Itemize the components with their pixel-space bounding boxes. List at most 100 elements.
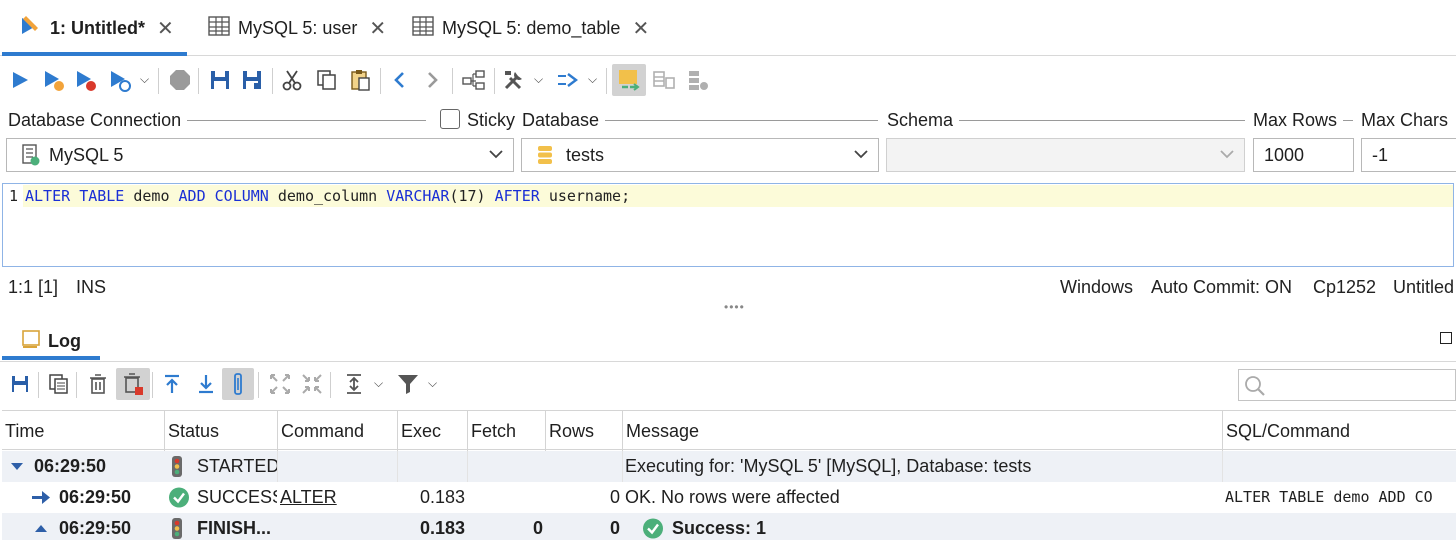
log-search-input[interactable] xyxy=(1238,369,1456,401)
column-header-command[interactable]: Command xyxy=(277,411,397,451)
toolbar-divider xyxy=(380,68,381,94)
encoding[interactable]: Cp1252 xyxy=(1313,276,1376,298)
active-tab-indicator xyxy=(2,356,100,360)
connection-toggle-icon[interactable] xyxy=(612,64,646,96)
toolbar-divider xyxy=(272,68,273,94)
auto-commit-status[interactable]: Auto Commit: ON xyxy=(1151,276,1292,298)
schema-label: Schema xyxy=(887,108,960,132)
execute-icon[interactable] xyxy=(6,66,34,94)
execute-stop-icon[interactable] xyxy=(72,66,100,94)
clear-log-icon[interactable] xyxy=(116,368,150,400)
database-select[interactable]: tests xyxy=(521,138,879,172)
delete-icon[interactable] xyxy=(84,370,112,398)
expand-icon[interactable] xyxy=(34,513,48,540)
sticky-label: Sticky xyxy=(467,108,522,132)
chevron-down-icon[interactable]: ⌵ xyxy=(374,376,383,391)
main-toolbar: ⌵ ⌵ ⌵ xyxy=(0,62,1456,100)
column-header-time[interactable]: Time xyxy=(2,411,164,451)
log-command-link[interactable]: ALTER xyxy=(280,482,390,513)
max-chars-value: -1 xyxy=(1372,144,1389,165)
maximize-icon[interactable] xyxy=(1440,332,1452,344)
schema-compare-icon[interactable] xyxy=(650,66,678,94)
column-divider xyxy=(467,451,468,482)
success-icon xyxy=(642,513,666,540)
chevron-down-icon[interactable]: ⌵ xyxy=(428,376,437,391)
tab-log[interactable]: Log xyxy=(20,328,81,355)
explain-plan-icon[interactable] xyxy=(684,66,712,94)
save-as-icon[interactable] xyxy=(238,66,266,94)
chevron-down-icon[interactable]: ⌵ xyxy=(140,72,149,87)
scroll-bottom-icon[interactable] xyxy=(192,370,220,398)
collapse-all-icon[interactable] xyxy=(298,370,326,398)
database-icon xyxy=(536,144,554,166)
collapse-icon[interactable] xyxy=(10,451,24,482)
execute-settings-icon[interactable] xyxy=(106,66,134,94)
log-status: FINISH... xyxy=(197,518,272,538)
log-message: OK. No rows were affected xyxy=(625,487,840,507)
database-connection-label: Database Connection xyxy=(8,108,188,132)
log-status: SUCCESS xyxy=(197,487,277,507)
sticky-checkbox[interactable] xyxy=(440,109,460,129)
tab-mysql-user[interactable]: MySQL 5: user ✕ xyxy=(208,0,386,56)
tools-icon[interactable] xyxy=(500,66,528,94)
max-rows-input[interactable]: 1000 xyxy=(1253,138,1354,172)
column-divider xyxy=(277,451,278,482)
format-sql-icon[interactable] xyxy=(554,66,582,94)
column-header-fetch[interactable]: Fetch xyxy=(467,411,545,451)
arrow-right-icon xyxy=(30,482,54,513)
table-row[interactable]: 06:29:50 FINISH... 0.183 0 0 Success: 1 xyxy=(2,513,1456,540)
log-time: 06:29:50 xyxy=(59,487,132,507)
schema-select[interactable] xyxy=(886,138,1245,172)
chevron-down-icon[interactable]: ⌵ xyxy=(534,72,543,87)
traffic-light-icon xyxy=(170,451,190,482)
success-icon xyxy=(168,482,190,513)
tab-mysql-demo-table[interactable]: MySQL 5: demo_table ✕ xyxy=(412,0,649,56)
max-chars-input[interactable]: -1 xyxy=(1361,138,1456,172)
copy-log-icon[interactable] xyxy=(44,370,72,398)
log-sql: ALTER TABLE demo ADD CO xyxy=(1225,488,1433,506)
column-header-status[interactable]: Status xyxy=(164,411,277,451)
sql-code[interactable]: ALTER TABLE demo ADD COLUMN demo_column … xyxy=(25,185,630,207)
editor-tab-bar: 1: Untitled* ✕ MySQL 5: user ✕ MySQL 5: … xyxy=(0,0,1456,56)
navigator-icon[interactable] xyxy=(460,66,488,94)
log-icon xyxy=(20,328,42,355)
sql-editor[interactable]: 1 ALTER TABLE demo ADD COLUMN demo_colum… xyxy=(2,183,1454,267)
copy-icon[interactable] xyxy=(312,66,340,94)
traffic-light-icon xyxy=(170,513,190,540)
column-divider xyxy=(1222,451,1223,482)
paste-icon[interactable] xyxy=(346,66,374,94)
execute-current-icon[interactable] xyxy=(40,66,68,94)
forward-icon[interactable] xyxy=(418,66,446,94)
splitter-handle[interactable]: •••• xyxy=(724,300,745,314)
toolbar-divider xyxy=(152,372,153,398)
stop-icon[interactable] xyxy=(166,66,194,94)
cut-icon[interactable] xyxy=(278,66,306,94)
log-time: 06:29:50 xyxy=(59,518,132,538)
column-header-message[interactable]: Message xyxy=(622,411,1222,451)
line-number: 1 xyxy=(9,187,19,205)
table-row[interactable]: 06:29:50 STARTED Executing for: 'MySQL 5… xyxy=(2,451,1456,482)
close-icon[interactable]: ✕ xyxy=(632,16,649,41)
log-rows: 0 xyxy=(609,487,620,507)
close-icon[interactable]: ✕ xyxy=(157,16,174,41)
expand-all-icon[interactable] xyxy=(266,370,294,398)
close-icon[interactable]: ✕ xyxy=(369,16,386,41)
column-header-exec[interactable]: Exec xyxy=(397,411,467,451)
table-row[interactable]: 06:29:50 SUCCESS ALTER 0.183 0 OK. No ro… xyxy=(2,482,1456,513)
filter-icon[interactable] xyxy=(394,370,422,398)
scroll-top-icon[interactable] xyxy=(158,370,186,398)
line-endings[interactable]: Windows xyxy=(1060,276,1133,298)
save-icon[interactable] xyxy=(206,66,234,94)
database-connection-select[interactable]: MySQL 5 xyxy=(6,138,514,172)
database-label: Database xyxy=(522,108,606,132)
chevron-down-icon[interactable]: ⌵ xyxy=(588,72,597,87)
cursor-position: 1:1 [1] xyxy=(8,277,59,297)
column-header-sql[interactable]: SQL/Command xyxy=(1222,411,1456,451)
auto-scroll-icon[interactable] xyxy=(222,368,254,400)
column-header-rows[interactable]: Rows xyxy=(545,411,622,451)
save-log-icon[interactable] xyxy=(6,370,34,398)
tab-untitled[interactable]: 1: Untitled* ✕ xyxy=(18,0,174,56)
toolbar-divider xyxy=(158,68,159,94)
back-icon[interactable] xyxy=(386,66,414,94)
show-level-icon[interactable] xyxy=(340,370,368,398)
